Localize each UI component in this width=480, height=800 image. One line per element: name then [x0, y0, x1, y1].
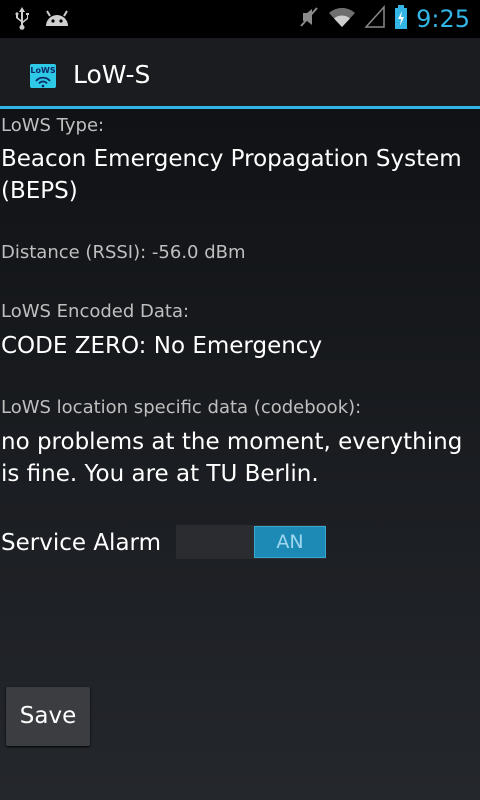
app-title: LoW-S [73, 60, 151, 89]
battery-charging-icon [394, 5, 408, 33]
android-debug-icon [44, 8, 70, 32]
encoded-data-label: LoWS Encoded Data: [1, 301, 190, 322]
app-logo-icon[interactable]: LoWS [30, 64, 56, 88]
distance-rssi-text: Distance (RSSI): -56.0 dBm [1, 242, 246, 263]
service-alarm-label: Service Alarm [1, 530, 161, 556]
location-data-value: no problems at the moment, everything is… [1, 429, 463, 487]
action-bar [0, 38, 480, 106]
mute-icon [298, 5, 320, 33]
encoded-data-value: CODE ZERO: No Emergency [1, 333, 323, 359]
service-alarm-toggle-on-thumb[interactable]: AN [254, 526, 326, 558]
lows-type-label: LoWS Type: [1, 115, 105, 136]
save-button[interactable]: Save [6, 687, 90, 746]
status-bar: 9:25 [0, 0, 480, 38]
service-alarm-toggle[interactable]: AN [176, 525, 326, 559]
clock: 9:25 [416, 5, 470, 33]
usb-icon [14, 6, 30, 34]
location-data-label: LoWS location specific data (codebook): [1, 397, 362, 418]
wifi-icon [328, 5, 356, 33]
signal-icon [364, 5, 386, 33]
lows-type-value: Beacon Emergency Propagation System (BEP… [1, 146, 462, 204]
